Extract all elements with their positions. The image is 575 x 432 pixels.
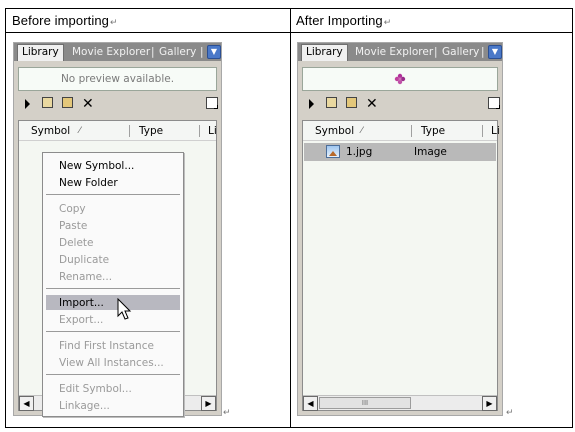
paragraph-mark: ↵ xyxy=(109,17,118,27)
menu-item-edit-symbol: Edit Symbol... xyxy=(59,383,132,395)
before-importing-heading: Before importing↵ xyxy=(12,13,118,28)
tab-separator: | xyxy=(151,46,155,58)
tab-separator: | xyxy=(481,46,485,58)
expand-arrow-icon[interactable] xyxy=(25,99,30,109)
item-name: 1.jpg xyxy=(346,146,373,158)
tab-library[interactable]: Library xyxy=(301,44,348,61)
paragraph-mark: ↵ xyxy=(506,407,514,417)
new-symbol-icon[interactable] xyxy=(42,97,53,108)
menu-item-delete: Delete xyxy=(59,237,94,249)
menu-separator xyxy=(46,194,180,195)
column-type[interactable]: Type xyxy=(421,121,445,141)
panel-tab-bar: Library Movie Explorer | Gallery | ▼ xyxy=(14,43,221,61)
column-type[interactable]: Type xyxy=(139,121,163,141)
bitmap-image-icon xyxy=(326,145,340,158)
properties-icon[interactable] xyxy=(206,97,218,109)
library-context-menu: New Symbol... New Folder Copy Paste Delete Du… xyxy=(42,152,184,417)
preview-area: No preview available. xyxy=(18,67,217,91)
menu-separator xyxy=(46,288,180,289)
delete-x-icon[interactable]: ✕ xyxy=(366,97,378,111)
sort-indicator-icon: ⁄ xyxy=(361,126,363,136)
menu-item-rename: Rename... xyxy=(59,271,113,283)
paragraph-mark: ↵ xyxy=(383,17,392,27)
tab-library[interactable]: Library xyxy=(17,44,64,61)
menu-item-import[interactable]: Import... xyxy=(59,296,104,310)
column-separator[interactable] xyxy=(199,125,200,137)
menu-item-new-symbol[interactable]: New Symbol... xyxy=(59,159,134,173)
column-separator[interactable] xyxy=(129,125,130,137)
tab-movie-explorer[interactable]: Movie Explorer xyxy=(355,45,433,61)
list-header: Symbol ⁄ Type Li xyxy=(19,121,217,141)
menu-item-new-folder[interactable]: New Folder xyxy=(59,176,118,190)
library-panel-after: Library Movie Explorer | Gallery | ▼ ✕ S… xyxy=(297,42,503,416)
library-toolbar: ✕ xyxy=(304,95,500,113)
expand-arrow-icon[interactable] xyxy=(309,99,314,109)
tab-gallery[interactable]: Gallery xyxy=(159,45,196,61)
scroll-right-icon[interactable]: ▶ xyxy=(482,396,497,411)
new-folder-icon[interactable] xyxy=(346,97,357,108)
column-separator[interactable] xyxy=(482,125,483,137)
before-heading-text: Before importing xyxy=(12,13,109,28)
paragraph-mark: ↵ xyxy=(223,407,231,417)
column-symbol[interactable]: Symbol xyxy=(31,121,70,141)
new-folder-icon[interactable] xyxy=(62,97,73,108)
scroll-left-icon[interactable]: ◀ xyxy=(19,396,34,411)
properties-icon[interactable] xyxy=(488,97,500,109)
preview-area xyxy=(302,67,498,91)
after-importing-heading: After Importing↵ xyxy=(296,13,391,28)
image-preview-thumbnail-icon xyxy=(394,73,406,85)
tab-movie-explorer[interactable]: Movie Explorer xyxy=(72,45,150,61)
menu-item-paste: Paste xyxy=(59,220,88,232)
delete-x-icon[interactable]: ✕ xyxy=(82,97,94,111)
column-symbol[interactable]: Symbol xyxy=(315,121,354,141)
table-header-divider xyxy=(6,32,572,33)
column-separator[interactable] xyxy=(411,125,412,137)
column-linkage[interactable]: Li xyxy=(208,121,217,141)
menu-item-find-first-instance: Find First Instance xyxy=(59,340,154,352)
list-header: Symbol ⁄ Type Li xyxy=(303,121,500,141)
after-heading-text: After Importing xyxy=(296,13,383,28)
menu-item-view-all-instances: View All Instances... xyxy=(59,357,164,369)
tab-separator: | xyxy=(200,46,204,58)
menu-item-duplicate: Duplicate xyxy=(59,254,110,266)
menu-item-linkage: Linkage... xyxy=(59,400,110,412)
horizontal-scrollbar[interactable]: ◀ III ▶ xyxy=(303,395,497,411)
new-symbol-icon[interactable] xyxy=(326,97,337,108)
library-list: Symbol ⁄ Type Li 1.jpg Image ◀ III ▶ xyxy=(302,120,500,411)
menu-item-export: Export... xyxy=(59,314,104,326)
tab-separator: | xyxy=(434,46,438,58)
scroll-left-icon[interactable]: ◀ xyxy=(303,396,318,411)
scroll-thumb[interactable]: III xyxy=(319,397,411,409)
item-type: Image xyxy=(414,146,447,158)
panel-tab-bar: Library Movie Explorer | Gallery | ▼ xyxy=(298,43,502,61)
tab-gallery[interactable]: Gallery xyxy=(442,45,479,61)
library-toolbar: ✕ xyxy=(20,95,218,113)
list-item[interactable]: 1.jpg Image xyxy=(304,143,496,161)
mouse-pointer-icon xyxy=(117,298,132,320)
menu-separator xyxy=(46,374,180,375)
panel-menu-chevron-icon[interactable]: ▼ xyxy=(488,45,502,59)
menu-item-copy: Copy xyxy=(59,203,86,215)
column-linkage[interactable]: Li xyxy=(491,121,500,141)
sort-indicator-icon: ⁄ xyxy=(79,126,81,136)
menu-separator xyxy=(46,331,180,332)
scroll-right-icon[interactable]: ▶ xyxy=(201,396,216,411)
panel-menu-chevron-icon[interactable]: ▼ xyxy=(207,45,221,59)
table-column-divider xyxy=(290,9,291,427)
